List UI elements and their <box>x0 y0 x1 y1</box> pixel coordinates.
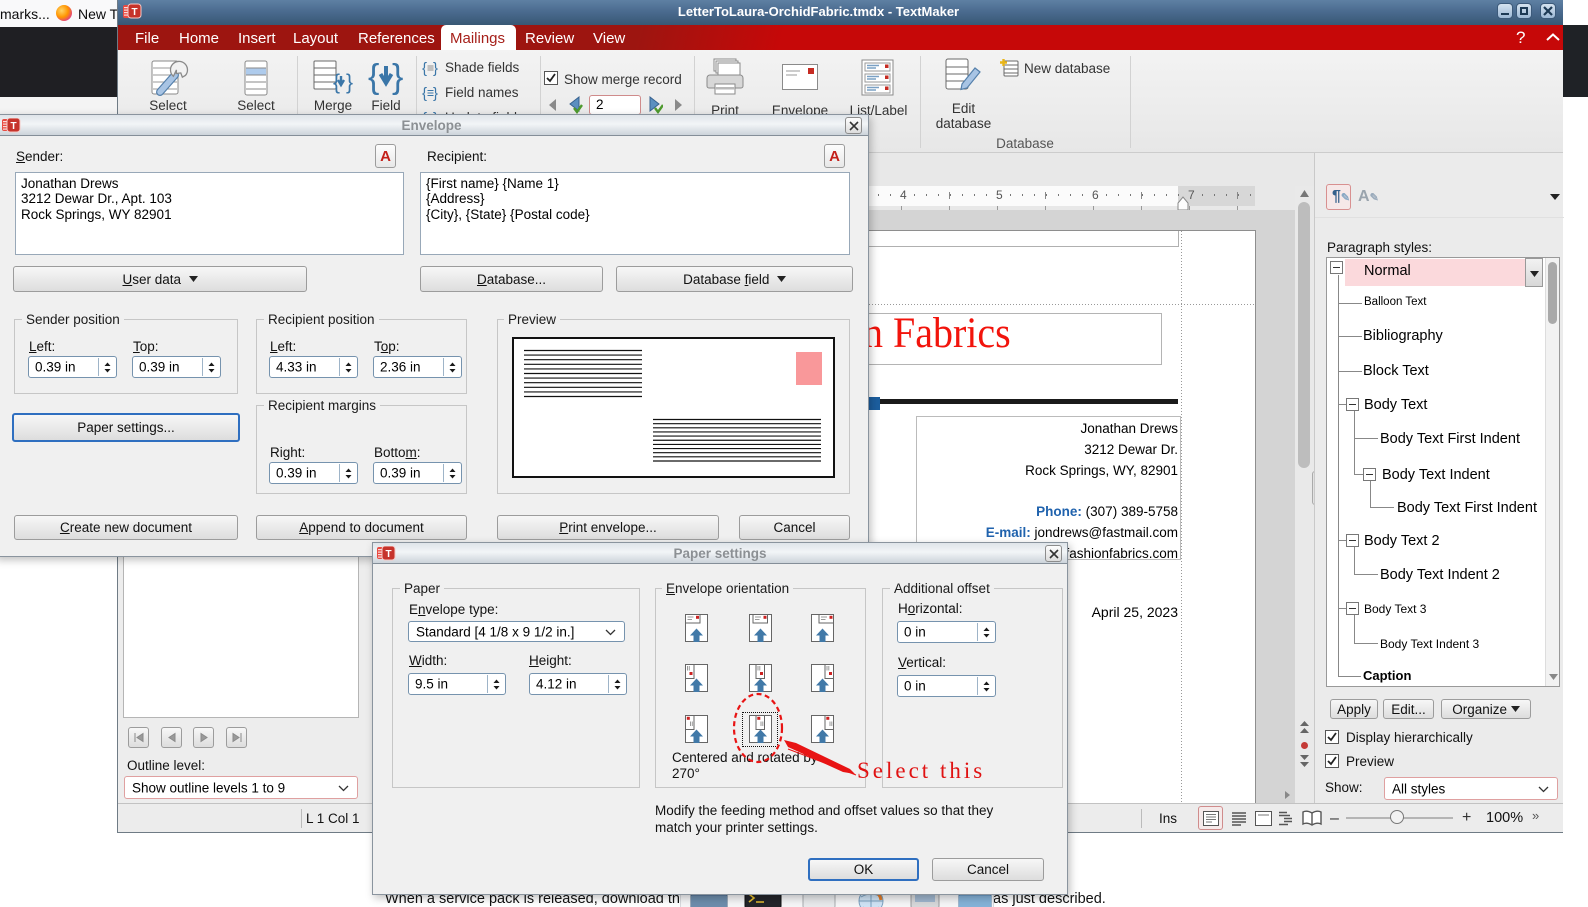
svg-text:}: } <box>433 60 438 76</box>
svg-text:}: } <box>392 58 403 96</box>
svg-text:}: } <box>433 85 438 101</box>
svg-text:}: } <box>346 71 353 94</box>
svg-text:{: { <box>368 58 379 96</box>
svg-text:{: { <box>422 85 427 101</box>
svg-text:{: { <box>422 60 427 76</box>
